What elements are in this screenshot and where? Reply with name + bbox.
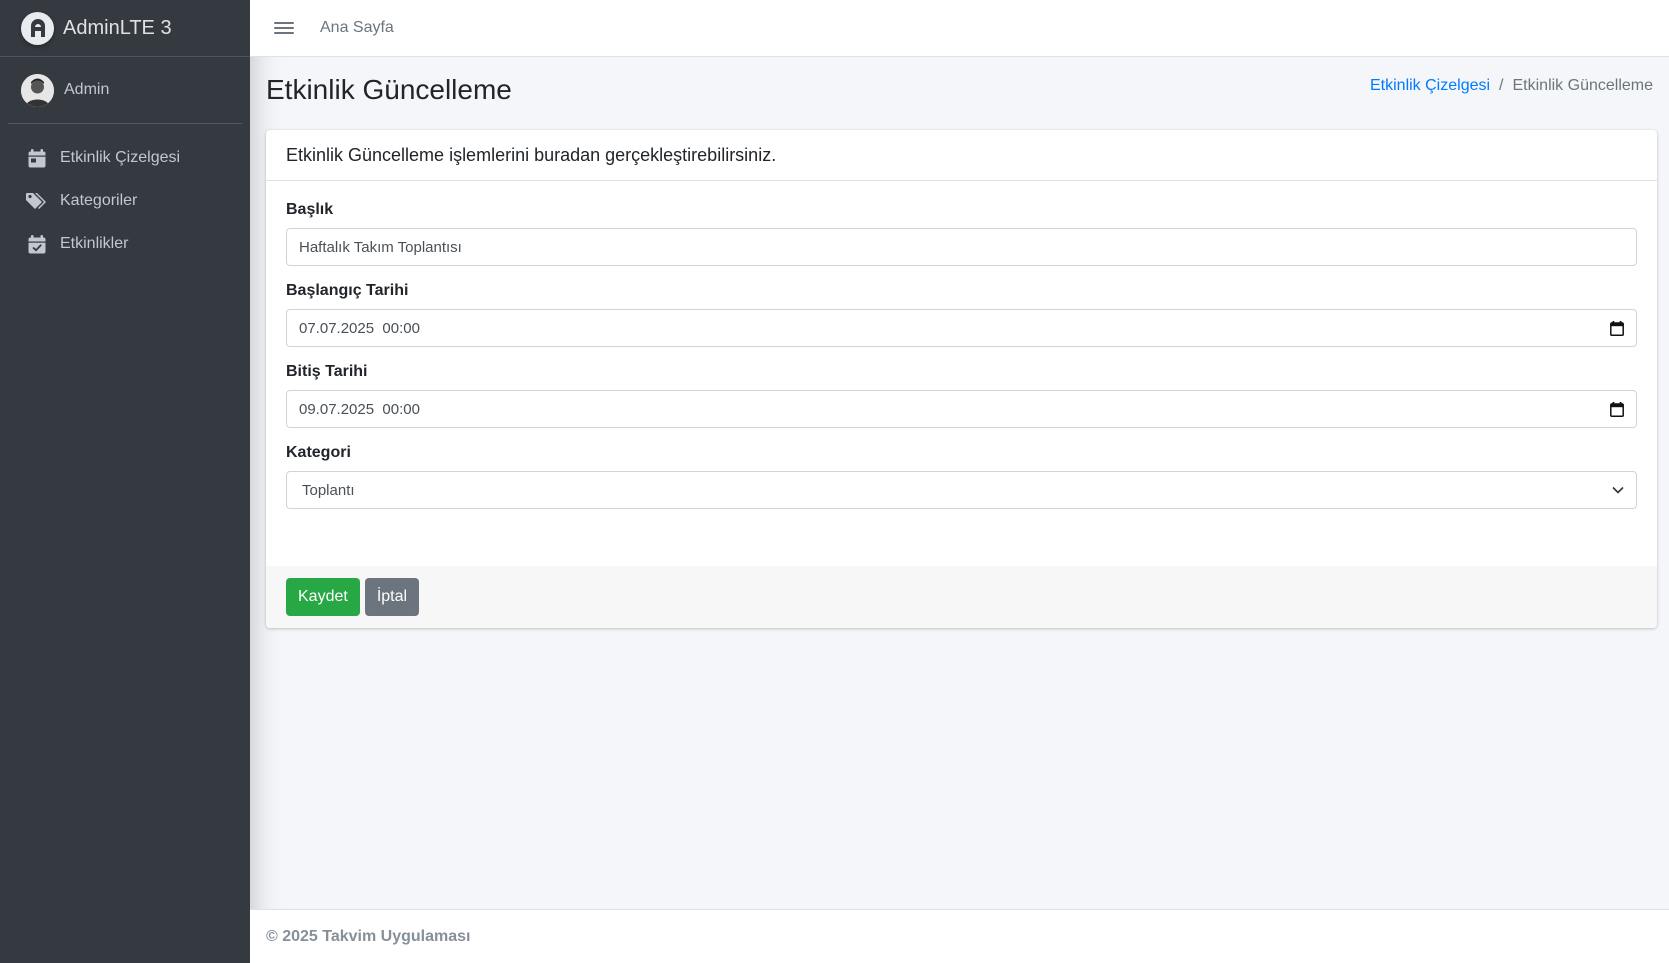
start-date-input[interactable]: 07.07.2025 00:00 — [286, 309, 1637, 347]
start-date-label: Başlangıç Tarihi — [286, 282, 409, 299]
home-link[interactable]: Ana Sayfa — [320, 19, 394, 37]
main-footer: © 2025 Takvim Uygulaması — [250, 909, 1669, 963]
title-input[interactable]: Haftalık Takım Toplantısı — [286, 228, 1637, 266]
card-header: Etkinlik Güncelleme işlemlerini buradan … — [266, 130, 1657, 181]
brand-logo-icon — [21, 11, 54, 45]
main-sidebar: AdminLTE 3 Admin Etkinlik Çizelgesi Kate… — [0, 0, 250, 963]
end-date-form-group: Bitiş Tarihi 09.07.2025 00:00 — [286, 363, 1637, 428]
end-date-label: Bitiş Tarihi — [286, 363, 368, 380]
calendar-icon — [26, 148, 48, 168]
top-navbar: Ana Sayfa — [250, 0, 1669, 57]
start-date-form-group: Başlangıç Tarihi 07.07.2025 00:00 — [286, 282, 1637, 347]
title-input-value: Haftalık Takım Toplantısı — [299, 238, 462, 256]
breadcrumb-link-parent[interactable]: Etkinlik Çizelgesi — [1370, 77, 1490, 95]
save-button[interactable]: Kaydet — [286, 578, 360, 616]
footer-copyright: © 2025 Takvim Uygulaması — [266, 927, 471, 945]
category-select[interactable]: Toplantı — [286, 471, 1637, 509]
avatar — [21, 73, 54, 107]
calendar-picker-icon[interactable] — [1610, 320, 1624, 336]
start-date-value: 07.07.2025 00:00 — [299, 319, 420, 337]
end-date-input[interactable]: 09.07.2025 00:00 — [286, 390, 1637, 428]
sidebar-item-kategoriler[interactable]: Kategoriler — [8, 181, 242, 221]
category-label: Kategori — [286, 444, 351, 461]
user-name: Admin — [64, 81, 110, 98]
cancel-button[interactable]: İptal — [364, 578, 420, 616]
brand-text: AdminLTE 3 — [63, 16, 172, 39]
breadcrumb-current: Etkinlik Güncelleme — [1512, 77, 1654, 94]
card-body: Başlık Haftalık Takım Toplantısı Başlang… — [266, 181, 1657, 509]
tags-icon — [26, 191, 48, 211]
sidebar-nav: Etkinlik Çizelgesi Kategoriler Etkinlikl… — [0, 138, 250, 264]
end-date-value: 09.07.2025 00:00 — [299, 400, 420, 418]
breadcrumb: Etkinlik Çizelgesi / Etkinlik Güncelleme — [1370, 77, 1653, 95]
category-selected-value: Toplantı — [302, 481, 355, 499]
sidebar-item-label: Etkinlikler — [60, 235, 129, 252]
category-form-group: Kategori Toplantı — [286, 444, 1637, 509]
user-panel[interactable]: Admin — [8, 57, 242, 124]
calendar-check-icon — [26, 234, 48, 254]
title-label: Başlık — [286, 201, 334, 218]
sidebar-item-etkinlikler[interactable]: Etkinlikler — [8, 224, 242, 264]
card-footer: Kaydet İptal — [266, 566, 1657, 628]
sidebar-item-etkinlik-cizelgesi[interactable]: Etkinlik Çizelgesi — [8, 138, 242, 178]
sidebar-item-label: Etkinlik Çizelgesi — [60, 149, 181, 166]
breadcrumb-separator: / — [1499, 77, 1504, 94]
calendar-picker-icon[interactable] — [1610, 401, 1624, 417]
title-form-group: Başlık Haftalık Takım Toplantısı — [286, 201, 1637, 266]
chevron-down-icon — [1612, 486, 1624, 494]
brand-link[interactable]: AdminLTE 3 — [0, 0, 250, 57]
sidebar-item-label: Kategoriler — [60, 192, 138, 209]
menu-toggle-icon[interactable] — [274, 20, 294, 36]
page-title: Etkinlik Güncelleme — [266, 74, 512, 105]
event-form-card: Etkinlik Güncelleme işlemlerini buradan … — [266, 130, 1657, 628]
